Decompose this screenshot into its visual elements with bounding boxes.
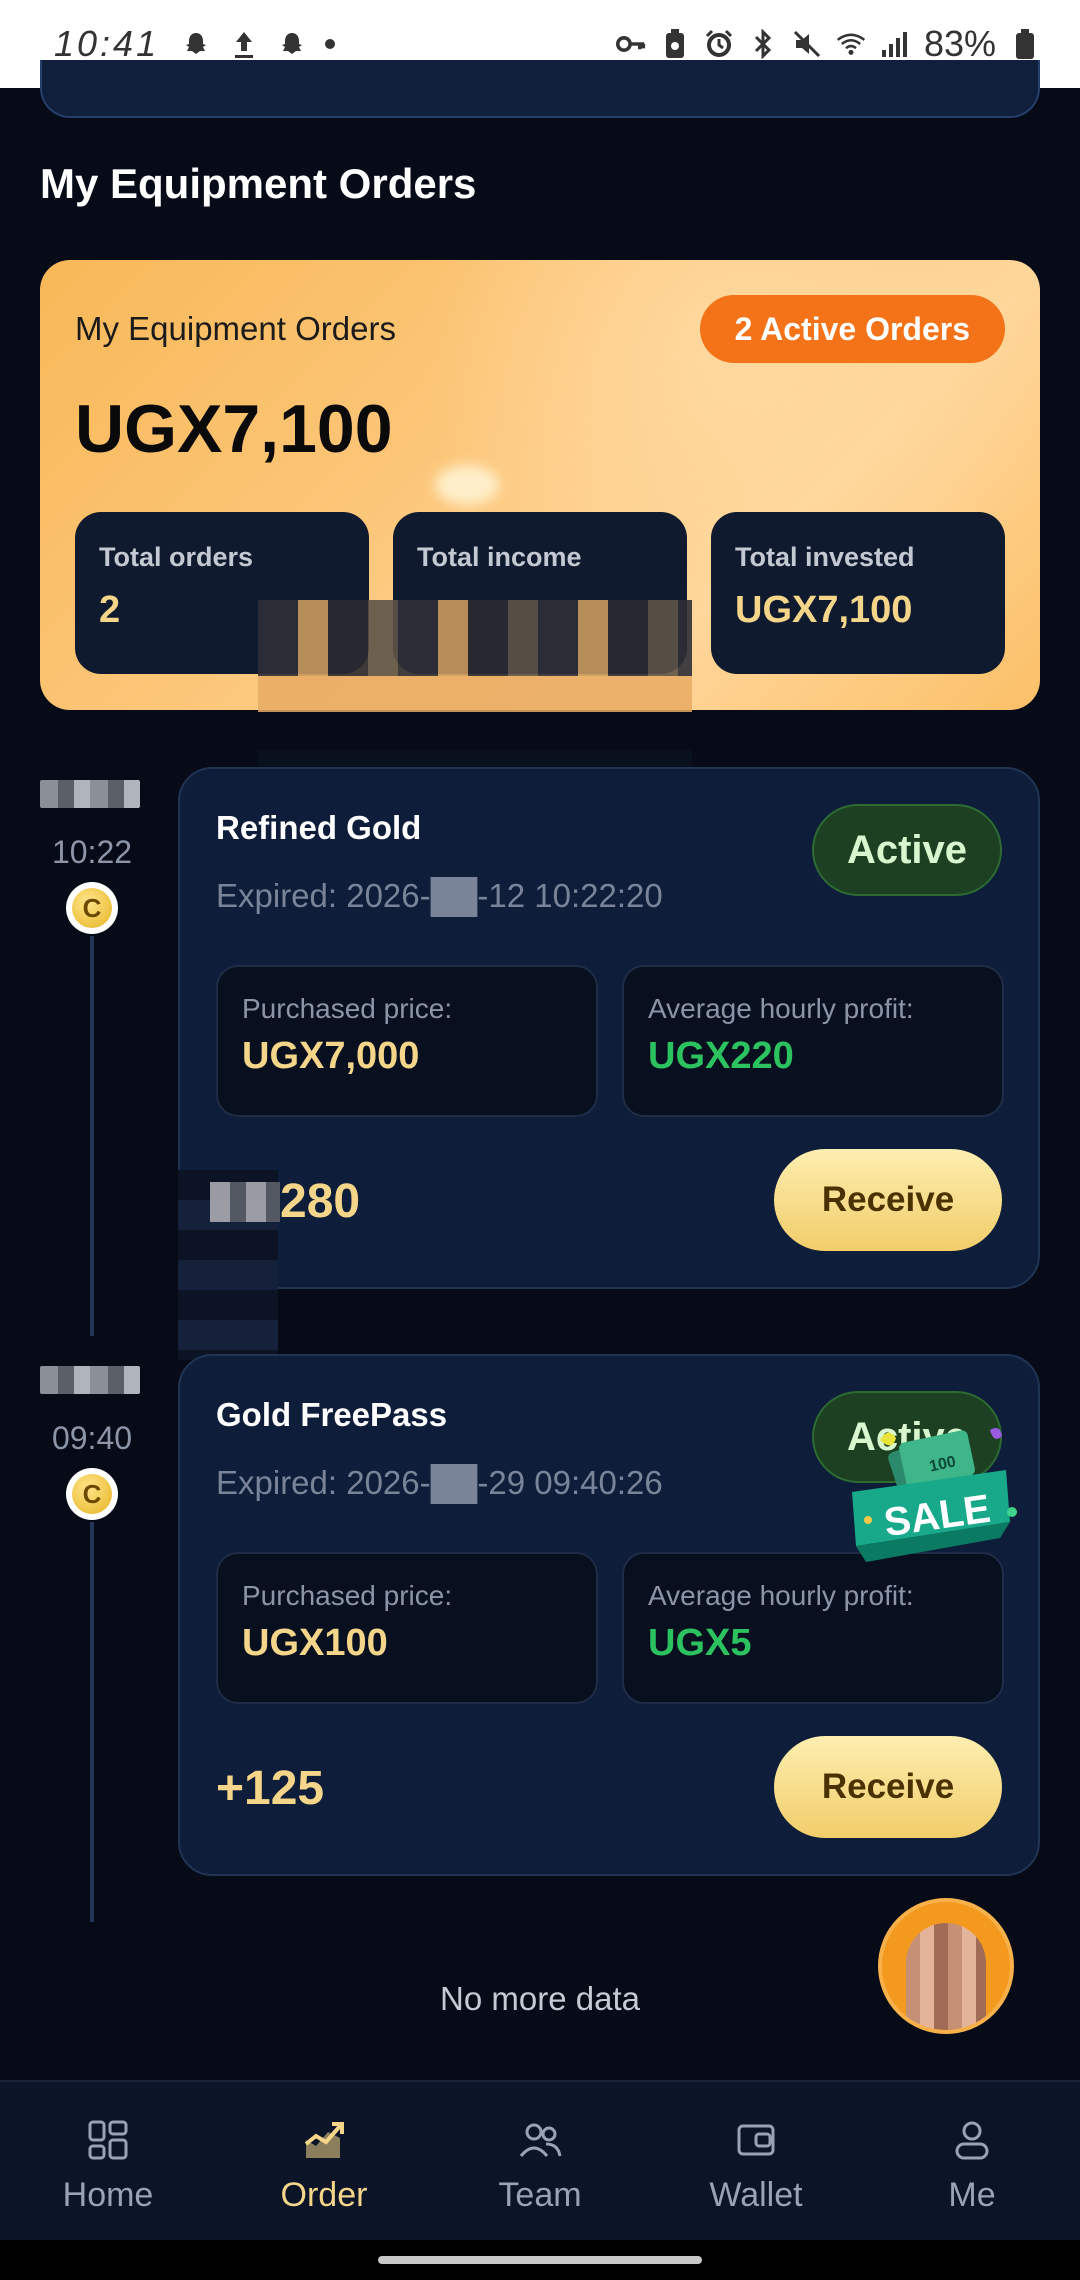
timeline-line xyxy=(90,936,94,1336)
hourly-profit-label: Average hourly profit: xyxy=(648,1580,914,1611)
order-time: 09:40 xyxy=(51,1420,133,1456)
card-glow xyxy=(435,465,499,505)
bottom-navigation: Home Order Team Wallet Me xyxy=(0,2080,1080,2240)
stat-label: Total orders xyxy=(99,542,254,572)
previous-card-edge xyxy=(40,60,1040,118)
order-card: Refined Gold Expired: 2026-██-12 10:22:2… xyxy=(178,767,1040,1289)
home-grid-icon xyxy=(88,2120,128,2160)
nav-item-me[interactable]: Me xyxy=(864,2082,1080,2240)
battery-icon xyxy=(1010,29,1040,59)
order-chart-icon xyxy=(304,2122,344,2158)
order-date-redacted xyxy=(40,1366,140,1394)
hourly-profit-value: UGX5 xyxy=(648,1622,752,1664)
hourly-profit-box: Average hourly profit: UGX5 xyxy=(622,1552,1004,1704)
hourly-profit-label: Average hourly profit: xyxy=(648,993,914,1024)
summary-title: My Equipment Orders xyxy=(75,310,396,347)
redaction-block xyxy=(258,676,692,712)
nav-label: Order xyxy=(280,2176,368,2214)
hourly-profit-box: Average hourly profit: UGX220 xyxy=(622,965,1004,1117)
order-time: 10:22 xyxy=(51,834,133,870)
mute-icon xyxy=(792,29,822,59)
purchased-price-box: Purchased price: UGX100 xyxy=(216,1552,598,1704)
order-expiry: Expired: 2026-██-29 09:40:26 xyxy=(216,1464,663,1501)
wifi-icon xyxy=(836,29,866,59)
timeline-line xyxy=(90,1522,94,1922)
snapchat-icon xyxy=(181,29,211,59)
order-expiry: Expired: 2026-██-12 10:22:20 xyxy=(216,877,663,914)
order-name: Gold FreePass xyxy=(216,1396,448,1433)
redaction-block xyxy=(210,1182,280,1222)
support-avatar-button[interactable] xyxy=(878,1898,1014,2034)
upload-icon xyxy=(229,29,259,59)
stat-label: Total invested xyxy=(735,542,915,572)
nav-label: Team xyxy=(498,2176,582,2214)
signal-icon xyxy=(880,29,910,59)
page-title: My Equipment Orders xyxy=(40,160,477,207)
battery-saver-icon xyxy=(660,29,690,59)
team-icon xyxy=(519,2123,562,2157)
sale-graphic-icon: 100 SALE xyxy=(852,1428,1017,1562)
snapchat-icon xyxy=(277,29,307,59)
nav-item-wallet[interactable]: Wallet xyxy=(648,2082,864,2240)
nav-label: Wallet xyxy=(709,2176,803,2214)
wallet-icon xyxy=(737,2124,775,2156)
nav-label: Me xyxy=(948,2176,996,2214)
status-badge: Active xyxy=(812,804,1002,896)
stat-label: Total income xyxy=(417,542,582,572)
purchased-price-value: UGX7,000 xyxy=(242,1035,420,1077)
order-date-redacted xyxy=(40,780,140,808)
order-profit: 280 xyxy=(280,1175,361,1228)
sale-badge[interactable]: 100 SALE xyxy=(850,1400,1020,1570)
coin-icon: C xyxy=(66,882,118,934)
battery-percent: 83% xyxy=(923,23,996,64)
purchased-price-label: Purchased price: xyxy=(242,1580,453,1611)
person-icon xyxy=(955,2121,989,2160)
key-icon xyxy=(615,29,646,59)
nav-item-team[interactable]: Team xyxy=(432,2082,648,2240)
order-profit: +125 xyxy=(216,1762,325,1815)
nav-item-home[interactable]: Home xyxy=(0,2082,216,2240)
purchased-price-label: Purchased price: xyxy=(242,993,453,1024)
stat-total-invested: Total invested UGX7,100 xyxy=(711,512,1005,674)
order-name: Refined Gold xyxy=(216,809,422,846)
purchased-price-value: UGX100 xyxy=(242,1622,388,1664)
bluetooth-icon xyxy=(748,29,778,59)
home-gesture-handle[interactable] xyxy=(378,2256,702,2264)
purchased-price-box: Purchased price: UGX7,000 xyxy=(216,965,598,1117)
dot-icon xyxy=(325,39,336,49)
stat-value: UGX7,100 xyxy=(735,589,913,631)
nav-item-order[interactable]: Order xyxy=(216,2082,432,2240)
coin-icon: C xyxy=(66,1468,118,1520)
status-time: 10:41 xyxy=(54,23,160,64)
avatar xyxy=(906,1923,986,2030)
receive-button[interactable]: Receive xyxy=(774,1149,1002,1251)
nav-label: Home xyxy=(62,2176,154,2214)
active-orders-badge: 2 Active Orders xyxy=(699,295,1005,363)
alarm-icon xyxy=(704,29,734,59)
receive-button[interactable]: Receive xyxy=(774,1736,1002,1838)
hourly-profit-value: UGX220 xyxy=(648,1035,794,1077)
redaction-block xyxy=(258,600,692,676)
summary-amount: UGX7,100 xyxy=(75,391,393,467)
